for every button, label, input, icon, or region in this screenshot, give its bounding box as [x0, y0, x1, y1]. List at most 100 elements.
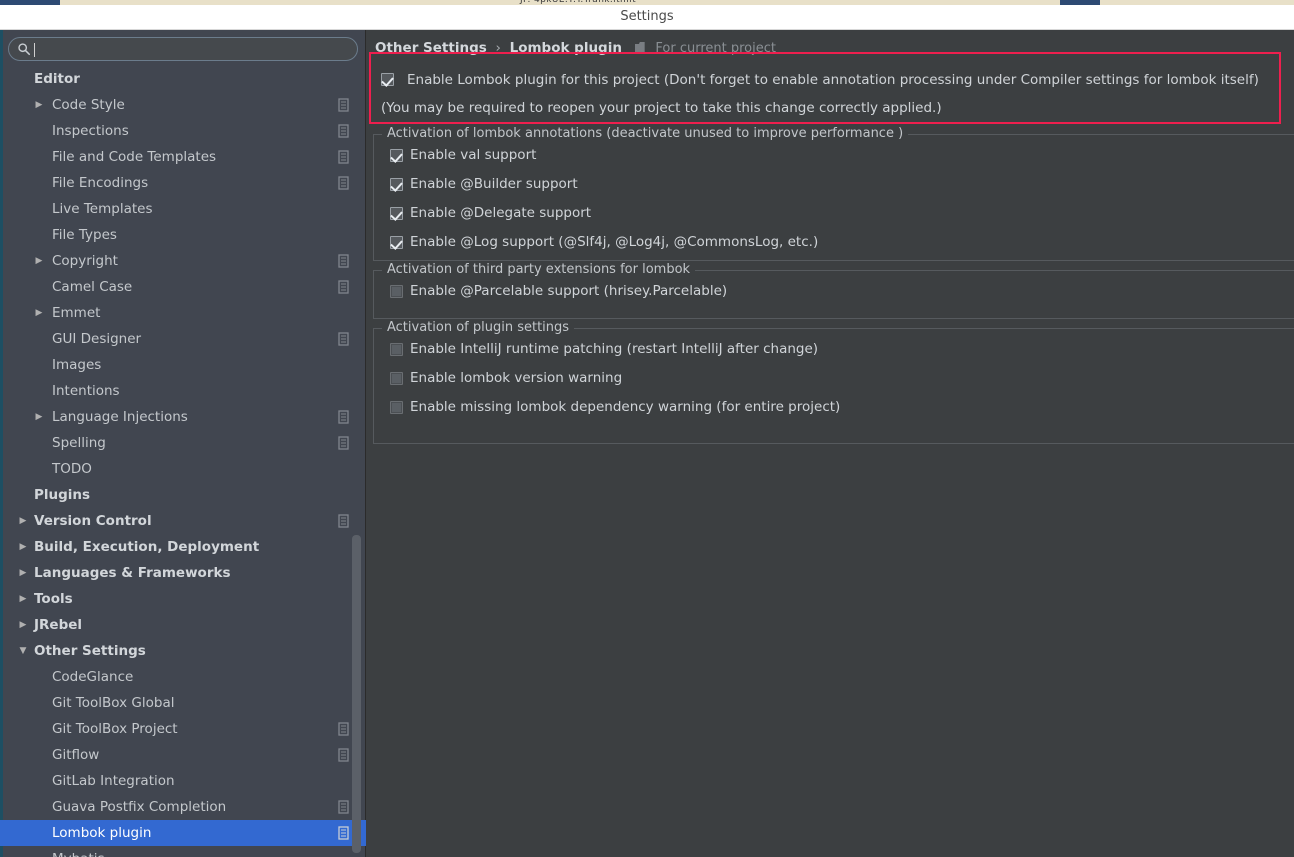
sidebar-item-todo[interactable]: TODO — [0, 456, 366, 482]
checkbox-checked[interactable] — [390, 207, 403, 220]
sidebar-item-inspections[interactable]: Inspections — [0, 118, 366, 144]
chevron-right-icon[interactable]: ▶ — [18, 586, 28, 612]
chevron-right-icon[interactable]: ▶ — [34, 404, 44, 430]
sidebar-item-images[interactable]: Images — [0, 352, 366, 378]
sidebar-item-label: File and Code Templates — [52, 149, 217, 165]
search-input[interactable] — [35, 38, 347, 60]
sidebar-item-intentions[interactable]: Intentions — [0, 378, 366, 404]
sidebar-item-live-templates[interactable]: Live Templates — [0, 196, 366, 222]
breadcrumb-current: Lombok plugin — [509, 40, 622, 56]
checkbox-label: Enable @Parcelable support (hrisey.Parce… — [410, 283, 728, 299]
sidebar-item-label: Live Templates — [52, 201, 153, 217]
enable-lombok-plugin-label: Enable Lombok plugin for this project (D… — [407, 72, 1259, 88]
checkbox-unchecked[interactable] — [390, 285, 403, 298]
sidebar-item-spelling[interactable]: Spelling — [0, 430, 366, 456]
sidebar-item-version-control[interactable]: ▶ Version Control — [0, 508, 366, 534]
sidebar-item-gitlab-integration[interactable]: GitLab Integration — [0, 768, 366, 794]
sidebar-item-copyright[interactable]: ▶ Copyright — [0, 248, 366, 274]
checkbox-unchecked[interactable] — [390, 401, 403, 414]
sidebar-item-label: Languages & Frameworks — [34, 565, 231, 581]
chevron-right-icon[interactable]: ▶ — [34, 248, 44, 274]
settings-page-icon — [338, 410, 349, 424]
enable-lombok-plugin-row[interactable]: Enable Lombok plugin for this project (D… — [381, 69, 1281, 91]
settings-tree[interactable]: Editor ▶ Code Style Inspections File and Cod… — [0, 66, 366, 857]
checkbox-row[interactable]: Enable @Parcelable support (hrisey.Parce… — [374, 277, 1294, 306]
sidebar-item-file-and-code-templates[interactable]: File and Code Templates — [0, 144, 366, 170]
sidebar-item-mybatis[interactable]: Mybatis — [0, 846, 366, 857]
sidebar-item-git-toolbox-global[interactable]: Git ToolBox Global — [0, 690, 366, 716]
sidebar-item-emmet[interactable]: ▶ Emmet — [0, 300, 366, 326]
sidebar-item-gui-designer[interactable]: GUI Designer — [0, 326, 366, 352]
sidebar-item-language-injections[interactable]: ▶ Language Injections — [0, 404, 366, 430]
sidebar-item-code-style[interactable]: ▶ Code Style — [0, 92, 366, 118]
settings-group-1: Activation of third party extensions for… — [373, 262, 1294, 319]
sidebar-item-guava-postfix-completion[interactable]: Guava Postfix Completion — [0, 794, 366, 820]
settings-page-icon — [338, 254, 349, 268]
project-scope-icon — [634, 42, 645, 53]
chevron-right-icon[interactable]: ▶ — [18, 612, 28, 638]
checkbox-row[interactable]: Enable val support — [374, 141, 1294, 170]
chevron-right-icon[interactable]: ▶ — [34, 92, 44, 118]
enable-lombok-plugin-checkbox[interactable] — [381, 73, 394, 86]
sidebar-item-plugins[interactable]: Plugins — [0, 482, 366, 508]
checkbox-row[interactable]: Enable @Delegate support — [374, 199, 1294, 228]
checkbox-row[interactable]: Enable missing lombok dependency warning… — [374, 393, 1294, 422]
sidebar-item-label: Plugins — [34, 487, 91, 503]
sidebar-item-label: GitLab Integration — [52, 773, 175, 789]
checkbox-row[interactable]: Enable lombok version warning — [374, 364, 1294, 393]
sidebar-item-label: Inspections — [52, 123, 129, 139]
checkbox-checked[interactable] — [390, 149, 403, 162]
sidebar-item-label: GUI Designer — [52, 331, 142, 347]
chevron-right-icon[interactable]: ▶ — [18, 560, 28, 586]
dialog-body: Editor ▶ Code Style Inspections File and Cod… — [0, 30, 1294, 857]
checkbox-unchecked[interactable] — [390, 343, 403, 356]
checkbox-row[interactable]: Enable IntelliJ runtime patching (restar… — [374, 335, 1294, 364]
checkbox-unchecked[interactable] — [390, 372, 403, 385]
sidebar-scrollbar-thumb[interactable] — [352, 535, 361, 853]
sidebar-item-file-encodings[interactable]: File Encodings — [0, 170, 366, 196]
sidebar-item-languages-frameworks[interactable]: ▶ Languages & Frameworks — [0, 560, 366, 586]
sidebar-item-build-execution-deployment[interactable]: ▶ Build, Execution, Deployment — [0, 534, 366, 560]
sidebar-item-label: Editor — [34, 71, 80, 87]
enable-lombok-plugin-checkbox-group: Enable Lombok plugin for this project (D… — [381, 69, 1281, 119]
chevron-right-icon[interactable]: ▶ — [34, 300, 44, 326]
sidebar-item-codeglance[interactable]: CodeGlance — [0, 664, 366, 690]
checkbox-label: Enable @Delegate support — [410, 205, 592, 221]
sidebar-item-other-settings[interactable]: ▼ Other Settings — [0, 638, 366, 664]
sidebar-item-git-toolbox-project[interactable]: Git ToolBox Project — [0, 716, 366, 742]
sidebar-item-editor[interactable]: Editor — [0, 66, 366, 92]
sidebar-item-label: Images — [52, 357, 102, 373]
breadcrumb-root[interactable]: Other Settings — [375, 40, 487, 56]
search-icon — [18, 43, 31, 56]
chevron-down-icon[interactable]: ▼ — [18, 638, 28, 664]
sidebar-item-label: JRebel — [34, 617, 83, 633]
checkbox-row[interactable]: Enable @Log support (@Slf4j, @Log4j, @Co… — [374, 228, 1294, 257]
checkbox-checked[interactable] — [390, 178, 403, 191]
checkbox-row[interactable]: Enable @Builder support — [374, 170, 1294, 199]
sidebar-item-file-types[interactable]: File Types — [0, 222, 366, 248]
settings-page-icon — [338, 514, 349, 528]
sidebar-search[interactable] — [8, 37, 358, 61]
sidebar-item-camel-case[interactable]: Camel Case — [0, 274, 366, 300]
sidebar-item-jrebel[interactable]: ▶ JRebel — [0, 612, 366, 638]
chevron-right-icon[interactable]: ▶ — [18, 508, 28, 534]
sidebar-item-label: Lombok plugin — [52, 825, 152, 841]
group-legend: Activation of plugin settings — [382, 320, 575, 335]
sidebar-item-gitflow[interactable]: Gitflow — [0, 742, 366, 768]
sidebar-item-label: TODO — [52, 461, 92, 477]
settings-group-2: Activation of plugin settings Enable Inte… — [373, 320, 1294, 444]
sidebar-item-label: Mybatis — [52, 846, 105, 857]
sidebar-item-lombok-plugin[interactable]: Lombok plugin — [0, 820, 366, 846]
sidebar-item-label: Emmet — [52, 305, 101, 321]
sidebar-item-tools[interactable]: ▶ Tools — [0, 586, 366, 612]
settings-page-icon — [338, 280, 349, 294]
sidebar-item-label: Intentions — [52, 383, 120, 399]
checkbox-checked[interactable] — [390, 236, 403, 249]
chevron-right-icon[interactable]: ▶ — [18, 534, 28, 560]
